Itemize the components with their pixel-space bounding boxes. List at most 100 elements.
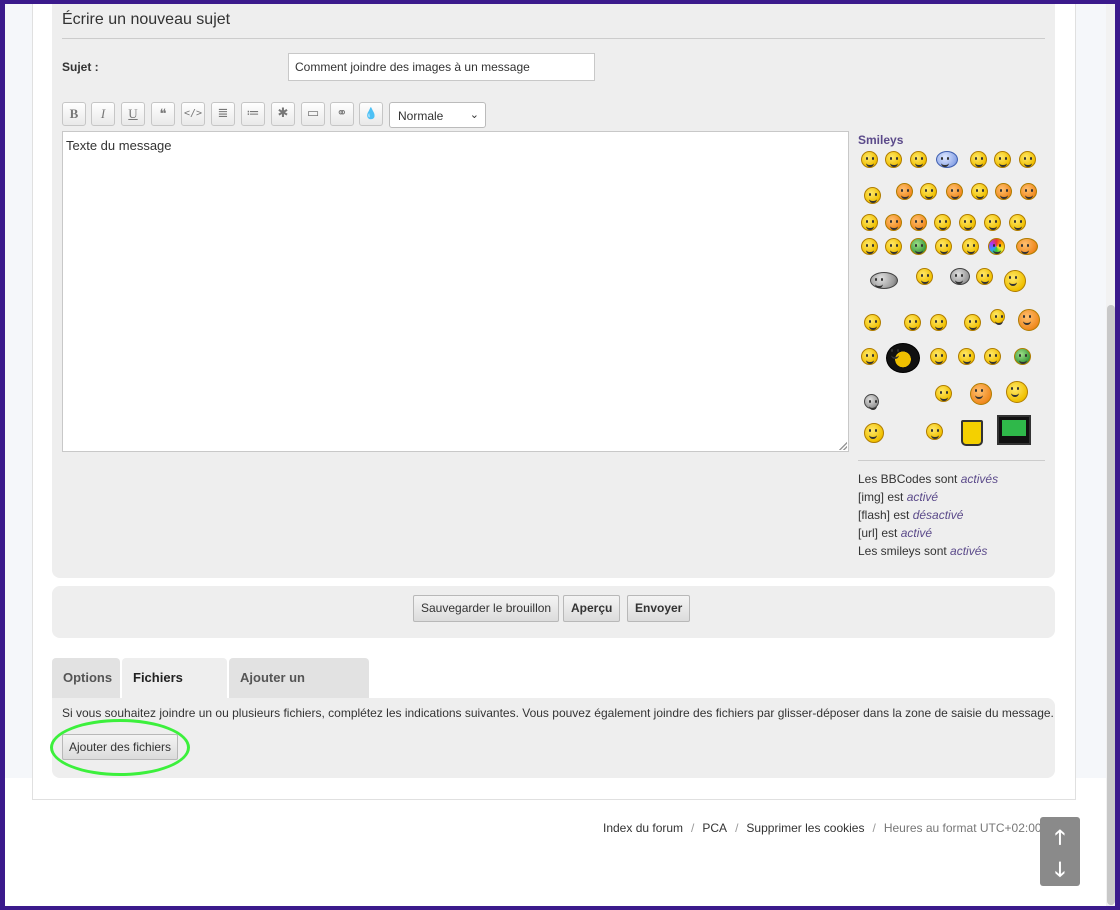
computer-icon[interactable] bbox=[997, 415, 1031, 445]
flash-status-label: [flash] est bbox=[858, 508, 910, 522]
underline-icon[interactable]: U bbox=[121, 102, 145, 126]
smiley-angel-icon[interactable] bbox=[870, 272, 898, 289]
question-icon[interactable] bbox=[984, 214, 1001, 231]
smiley-reading-icon[interactable] bbox=[950, 268, 970, 285]
list-item-icon[interactable]: ✱ bbox=[271, 102, 295, 126]
smiley-glasses-icon[interactable] bbox=[962, 238, 979, 255]
message-text: Texte du message bbox=[66, 138, 172, 153]
smiley-icon[interactable] bbox=[916, 268, 933, 285]
smiley-icon[interactable] bbox=[946, 183, 963, 200]
bbcode-status-label: Les BBCodes sont bbox=[858, 472, 958, 486]
arrow-icon[interactable] bbox=[861, 238, 878, 255]
image-icon[interactable]: ▭ bbox=[301, 102, 325, 126]
subject-input[interactable]: Comment joindre des images à un message bbox=[288, 53, 595, 81]
smiley-cheers-icon[interactable] bbox=[904, 314, 921, 331]
italic-icon[interactable]: I bbox=[91, 102, 115, 126]
idea-icon[interactable] bbox=[1009, 214, 1026, 231]
url-status-label: [url] est bbox=[858, 526, 898, 540]
breadcrumb-separator: / bbox=[735, 821, 739, 835]
smiley-icon[interactable] bbox=[995, 183, 1012, 200]
smiley-icon[interactable] bbox=[910, 151, 927, 168]
pca-link[interactable]: PCA bbox=[702, 821, 727, 835]
smiley-icon[interactable] bbox=[930, 348, 947, 365]
smiley-santa-icon[interactable] bbox=[970, 383, 992, 405]
smiley-ghost-icon[interactable] bbox=[864, 423, 884, 443]
smiley-rainbow-icon[interactable] bbox=[988, 238, 1005, 255]
smiley-icon[interactable] bbox=[990, 309, 1005, 325]
bbcode-status: Les BBCodes sont activés bbox=[858, 472, 998, 486]
smiley-icon[interactable] bbox=[958, 348, 975, 365]
color-icon[interactable]: 💧 bbox=[359, 102, 383, 126]
smiley-icon[interactable] bbox=[1020, 183, 1037, 200]
list-icon[interactable]: ≣ bbox=[211, 102, 235, 126]
smiley-icon[interactable] bbox=[994, 151, 1011, 168]
smiley-talking-icon[interactable] bbox=[964, 314, 981, 331]
smiley-icon[interactable] bbox=[864, 394, 879, 410]
ordered-list-icon[interactable]: ≔ bbox=[241, 102, 265, 126]
flash-status: [flash] est désactivé bbox=[858, 508, 963, 522]
scroll-up-icon[interactable]: 🡑 bbox=[1040, 823, 1080, 857]
smiley-icon[interactable] bbox=[861, 348, 878, 365]
highlight-circle bbox=[50, 719, 190, 776]
exclamation-icon[interactable] bbox=[959, 214, 976, 231]
smiley-icon[interactable] bbox=[930, 314, 947, 331]
delete-cookies-link[interactable]: Supprimer les cookies bbox=[746, 821, 864, 835]
page-margin-left bbox=[0, 0, 32, 778]
smiley-icon[interactable] bbox=[920, 183, 937, 200]
smiley-icon[interactable] bbox=[864, 314, 881, 331]
coffee-mug-icon[interactable] bbox=[961, 420, 983, 446]
smiley-icon[interactable] bbox=[1018, 309, 1040, 331]
subject-label: Sujet : bbox=[62, 60, 99, 74]
smiley-afro-icon[interactable] bbox=[886, 343, 920, 373]
smiley-sleeping-icon[interactable] bbox=[864, 187, 881, 204]
smiley-icon[interactable] bbox=[885, 151, 902, 168]
smiley-wall-icon[interactable] bbox=[1016, 238, 1038, 255]
page-title: Écrire un nouveau sujet bbox=[62, 11, 231, 28]
smiley-icon[interactable] bbox=[926, 423, 943, 440]
smiley-icon[interactable] bbox=[885, 238, 902, 255]
smiley-searching-icon[interactable] bbox=[984, 348, 1001, 365]
submit-button[interactable]: Envoyer bbox=[627, 595, 691, 622]
scroll-down-icon[interactable]: 🡓 bbox=[1040, 855, 1080, 889]
smiley-icon[interactable] bbox=[1019, 151, 1036, 168]
message-textarea[interactable]: Texte du message bbox=[62, 131, 849, 452]
smiley-devil-icon[interactable] bbox=[910, 214, 927, 231]
smiley-love-icon[interactable] bbox=[976, 268, 993, 285]
tab-poll[interactable]: Ajouter un sondage bbox=[229, 658, 369, 725]
preview-button[interactable]: Aperçu bbox=[563, 595, 621, 622]
smiley-devil-icon[interactable] bbox=[885, 214, 902, 231]
url-status-value: activé bbox=[900, 526, 933, 540]
code-icon[interactable]: </> bbox=[181, 102, 205, 126]
font-size-select[interactable]: Normale ⌄ bbox=[389, 102, 486, 128]
font-size-selected: Normale bbox=[398, 109, 444, 123]
img-status-label: [img] est bbox=[858, 490, 904, 504]
smiley-reindeer-icon[interactable] bbox=[1006, 381, 1028, 403]
scrollbar-thumb[interactable] bbox=[1107, 305, 1115, 905]
smiley-thumbs-up-icon[interactable] bbox=[936, 151, 958, 168]
smiley-icon[interactable] bbox=[861, 151, 878, 168]
smiley-icon[interactable] bbox=[1014, 348, 1031, 365]
smiley-hearts-icon[interactable] bbox=[1004, 270, 1026, 292]
smileys-status-value: activés bbox=[950, 544, 988, 558]
link-icon[interactable]: ⚭ bbox=[330, 102, 354, 126]
breadcrumb-separator: / bbox=[691, 821, 695, 835]
smiley-icon[interactable] bbox=[861, 214, 878, 231]
quote-icon[interactable]: ❝ bbox=[151, 102, 175, 126]
smiley-icon[interactable] bbox=[970, 151, 987, 168]
img-status: [img] est activé bbox=[858, 490, 938, 504]
forum-index-link[interactable]: Index du forum bbox=[603, 821, 683, 835]
tab-attachments[interactable]: Fichiers joints bbox=[122, 658, 227, 725]
bbcode-status-value: activés bbox=[960, 472, 999, 486]
chevron-down-icon: ⌄ bbox=[469, 109, 479, 121]
smiley-icon[interactable] bbox=[910, 238, 927, 255]
smiley-icon[interactable] bbox=[896, 183, 913, 200]
bold-icon[interactable]: B bbox=[62, 102, 86, 126]
resize-handle-icon[interactable] bbox=[839, 442, 847, 450]
smiley-icon[interactable] bbox=[935, 385, 952, 402]
breadcrumb-separator: / bbox=[872, 821, 876, 835]
smiley-icon[interactable] bbox=[934, 214, 951, 231]
smiley-glasses-icon[interactable] bbox=[935, 238, 952, 255]
save-draft-button[interactable]: Sauvegarder le brouillon bbox=[413, 595, 560, 622]
tab-options[interactable]: Options bbox=[52, 658, 120, 698]
smiley-icon[interactable] bbox=[971, 183, 988, 200]
